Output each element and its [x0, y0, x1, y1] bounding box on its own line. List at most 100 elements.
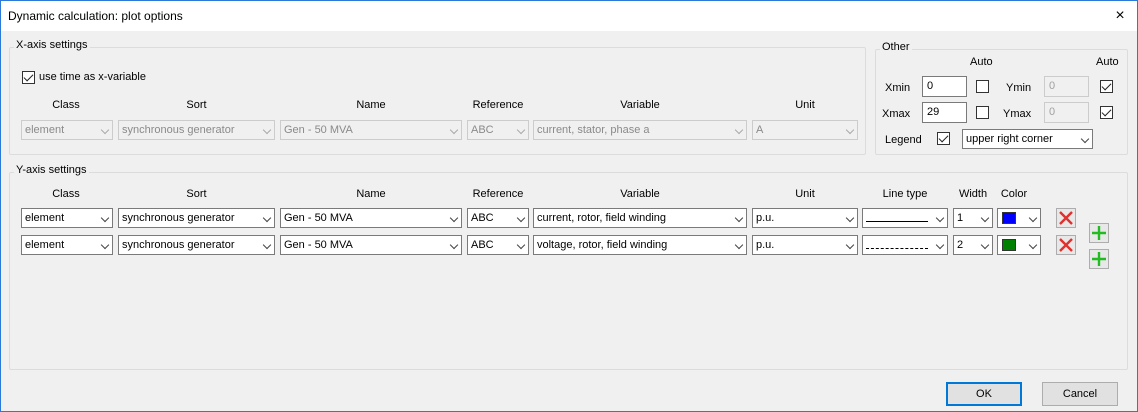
ymin-label: Ymin: [1006, 82, 1032, 94]
y-row1-name-select[interactable]: Gen - 50 MVA: [280, 208, 462, 228]
x-header-name: Name: [356, 99, 386, 111]
y-row2-name-select[interactable]: Gen - 50 MVA: [280, 235, 462, 255]
chevron-down-icon: [262, 125, 272, 135]
y-header-width: Width: [958, 188, 988, 200]
y-row1-line-type-select[interactable]: [862, 208, 948, 228]
chevron-down-icon: [845, 213, 855, 223]
x-unit-select[interactable]: A: [752, 120, 858, 140]
x-name-select[interactable]: Gen - 50 MVA: [280, 120, 462, 140]
delete-icon: [1059, 238, 1073, 252]
y-header-variable: Variable: [620, 188, 660, 200]
color-swatch: [1002, 212, 1016, 224]
ymax-field[interactable]: 0: [1044, 102, 1089, 123]
x-header-reference: Reference: [472, 99, 524, 111]
y-row2-width-select[interactable]: 2: [953, 235, 993, 255]
chevron-down-icon: [516, 240, 526, 250]
chevron-down-icon: [262, 240, 272, 250]
dashed-line-sample: [866, 248, 928, 249]
xmax-auto-checkbox[interactable]: [976, 106, 989, 119]
chevron-down-icon: [100, 213, 110, 223]
ymax-auto-checkbox[interactable]: [1100, 106, 1113, 119]
x-header-sort: Sort: [186, 99, 207, 111]
y-row1-variable-select[interactable]: current, rotor, field winding: [533, 208, 747, 228]
x-class-select[interactable]: element: [21, 120, 113, 140]
cancel-button[interactable]: Cancel: [1042, 382, 1118, 406]
y-row1-unit-select[interactable]: p.u.: [752, 208, 858, 228]
plus-icon: [1092, 252, 1106, 266]
legend-label: Legend: [885, 134, 922, 146]
ymax-label: Ymax: [1003, 108, 1032, 120]
use-time-label: use time as x-variable: [39, 71, 146, 83]
other-label: Other: [880, 41, 912, 53]
chevron-down-icon: [980, 213, 990, 223]
delete-row1-button[interactable]: [1056, 208, 1076, 228]
add-row-button-2[interactable]: [1089, 249, 1109, 269]
y-header-reference: Reference: [472, 188, 524, 200]
y-row2-line-type-select[interactable]: [862, 235, 948, 255]
ymin-field[interactable]: 0: [1044, 76, 1089, 97]
y-header-class: Class: [52, 188, 80, 200]
chevron-down-icon: [734, 240, 744, 250]
solid-line-sample: [866, 221, 928, 222]
y-row2-reference-select[interactable]: ABC: [467, 235, 529, 255]
x-header-unit: Unit: [795, 99, 815, 111]
xmax-field[interactable]: 29: [922, 102, 967, 123]
xmin-label: Xmin: [885, 82, 911, 94]
chevron-down-icon: [449, 240, 459, 250]
y-row2-unit-select[interactable]: p.u.: [752, 235, 858, 255]
chevron-down-icon: [935, 213, 945, 223]
x-sort-select[interactable]: synchronous generator: [118, 120, 275, 140]
y-header-name: Name: [356, 188, 386, 200]
chevron-down-icon: [1080, 134, 1090, 144]
y-header-color: Color: [1000, 188, 1028, 200]
y-row2-variable-select[interactable]: voltage, rotor, field winding: [533, 235, 747, 255]
x-header-variable: Variable: [620, 99, 660, 111]
x-variable-select[interactable]: current, stator, phase a: [533, 120, 747, 140]
auto-header-y: Auto: [1096, 56, 1119, 68]
chevron-down-icon: [449, 125, 459, 135]
y-row2-class-select[interactable]: element: [21, 235, 113, 255]
chevron-down-icon: [935, 240, 945, 250]
chevron-down-icon: [516, 213, 526, 223]
close-icon[interactable]: ×: [1103, 1, 1137, 31]
y-row1-width-select[interactable]: 1: [953, 208, 993, 228]
x-axis-settings-label: X-axis settings: [14, 39, 90, 51]
y-row2-sort-select[interactable]: synchronous generator: [118, 235, 275, 255]
add-row-button[interactable]: [1089, 223, 1109, 243]
color-swatch: [1002, 239, 1016, 251]
delete-row2-button[interactable]: [1056, 235, 1076, 255]
plot-options-dialog: Dynamic calculation: plot options × X-ax…: [0, 0, 1138, 412]
use-time-checkbox[interactable]: [22, 71, 35, 84]
y-row2-color-select[interactable]: [997, 235, 1041, 255]
chevron-down-icon: [734, 125, 744, 135]
xmax-label: Xmax: [882, 108, 911, 120]
x-header-class: Class: [52, 99, 80, 111]
y-header-line-type: Line type: [882, 188, 928, 200]
y-row1-class-select[interactable]: element: [21, 208, 113, 228]
y-row1-color-select[interactable]: [997, 208, 1041, 228]
delete-icon: [1059, 211, 1073, 225]
y-row1-sort-select[interactable]: synchronous generator: [118, 208, 275, 228]
legend-checkbox[interactable]: [937, 132, 950, 145]
title-bar: Dynamic calculation: plot options ×: [1, 1, 1137, 31]
x-reference-select[interactable]: ABC: [467, 120, 529, 140]
chevron-down-icon: [262, 213, 272, 223]
y-header-unit: Unit: [795, 188, 815, 200]
chevron-down-icon: [980, 240, 990, 250]
xmin-field[interactable]: 0: [922, 76, 967, 97]
auto-header-x: Auto: [970, 56, 993, 68]
y-header-sort: Sort: [186, 188, 207, 200]
y-axis-settings-label: Y-axis settings: [14, 164, 89, 176]
chevron-down-icon: [100, 240, 110, 250]
plus-icon: [1092, 226, 1106, 240]
ok-button[interactable]: OK: [946, 382, 1022, 406]
xmin-auto-checkbox[interactable]: [976, 80, 989, 93]
chevron-down-icon: [734, 213, 744, 223]
chevron-down-icon: [1028, 240, 1038, 250]
ymin-auto-checkbox[interactable]: [1100, 80, 1113, 93]
chevron-down-icon: [845, 125, 855, 135]
chevron-down-icon: [100, 125, 110, 135]
y-row1-reference-select[interactable]: ABC: [467, 208, 529, 228]
legend-position-select[interactable]: upper right corner: [962, 129, 1093, 149]
chevron-down-icon: [845, 240, 855, 250]
